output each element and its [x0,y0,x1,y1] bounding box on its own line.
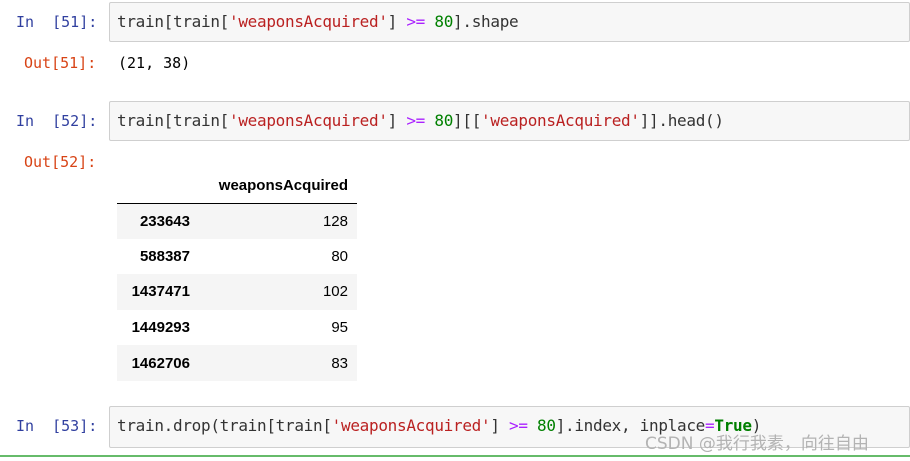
table-row: 1437471 102 [117,274,357,310]
input-prompt-53: In [53]: [16,417,98,435]
code-token: train[train[ [117,111,229,130]
code-token: >= [509,416,528,435]
row-value: 128 [322,212,348,230]
code-token: 80 [434,12,454,31]
row-value: 102 [322,283,348,301]
row-index: 1449293 [131,319,190,337]
table-header-row: weaponsAcquired [117,168,357,204]
row-value: 95 [331,319,348,337]
table-row: 1449293 95 [117,310,357,346]
table-row: 1462706 83 [117,345,357,381]
input-prompt-51: In [51]: [16,13,98,31]
output-text-51: (21, 38) [118,54,191,72]
code-token: ].shape [453,12,519,31]
code-token: 'weaponsAcquired' [229,12,388,31]
input-prompt-52: In [52]: [16,112,98,130]
row-value: 83 [331,354,348,372]
output-prompt-51: Out[51]: [24,54,97,72]
table-row: 588387 80 [117,239,357,275]
code-token: ] [387,111,407,130]
code-token: ] [387,12,407,31]
code-cell-52[interactable]: train[train['weaponsAcquired'] >= 80][['… [109,101,910,141]
code-token: 'weaponsAcquired' [481,111,640,130]
row-index: 233643 [139,212,190,230]
code-token: 80 [434,111,454,130]
index-header [117,168,199,204]
code-token: train.drop(train[train[ [117,416,332,435]
code-cell-51[interactable]: train[train['weaponsAcquired'] >= 80].sh… [109,2,910,42]
table-row: 233643 128 [117,203,357,239]
code-token: ]].head() [639,111,724,130]
code-token: >= [406,111,426,130]
code-token: ][[ [453,111,482,130]
code-token: ] [490,416,509,435]
bottom-divider [0,455,910,457]
row-value: 80 [331,247,348,265]
row-index: 1437471 [131,283,190,301]
code-token: 'weaponsAcquired' [331,416,491,435]
code-token: >= [406,12,426,31]
dataframe-output: weaponsAcquired 233643 128 588387 80 143… [117,168,357,381]
csdn-watermark: CSDN @我行我素，向往自由 [645,434,869,454]
output-prompt-52: Out[52]: [24,153,97,171]
column-header: weaponsAcquired [199,168,357,204]
code-line-52: train[train['weaponsAcquired'] >= 80][['… [117,111,724,130]
code-token: 80 [537,416,556,435]
row-index: 1462706 [131,354,190,372]
code-line-51: train[train['weaponsAcquired'] >= 80].sh… [117,12,519,31]
code-token: train[train[ [117,12,229,31]
row-index: 588387 [139,247,190,265]
code-token: 'weaponsAcquired' [229,111,388,130]
